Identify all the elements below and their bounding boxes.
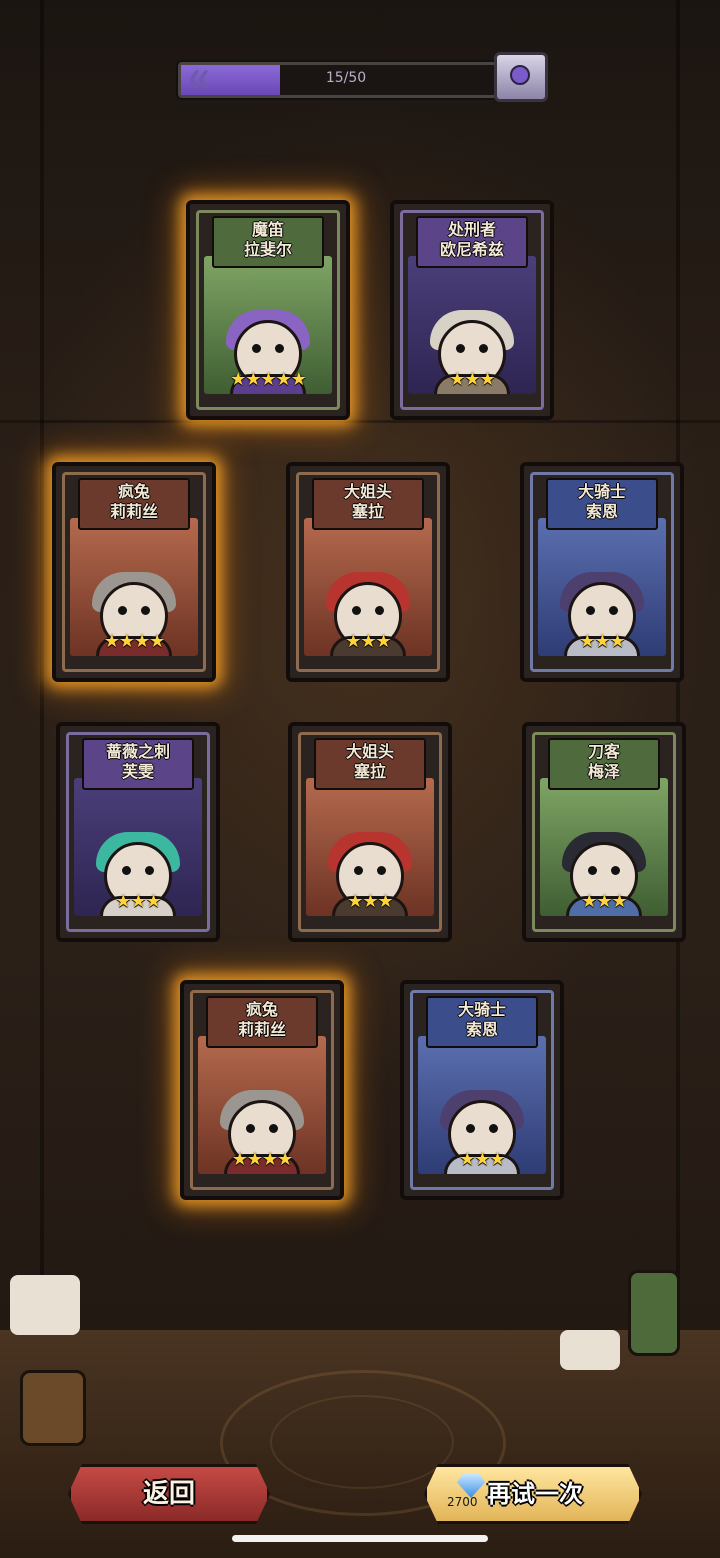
- back-label: 返回: [142, 1479, 195, 1509]
- retry-summon-button[interactable]: 2700 再试一次: [424, 1464, 642, 1524]
- hero-card[interactable]: 刀客 梅泽 ★★★: [522, 722, 686, 942]
- hero-name: 芙雯: [121, 762, 154, 781]
- progress-text: 15/50: [325, 70, 367, 86]
- back-button[interactable]: 返回: [68, 1464, 270, 1524]
- star-rating: ★★★: [449, 369, 495, 390]
- hero-card[interactable]: 疯兔 莉莉丝 ★★★★: [180, 980, 344, 1200]
- hero-title: 大姐头: [345, 742, 394, 761]
- hero-name: 塞拉: [353, 762, 386, 781]
- hero-card[interactable]: 处刑者 欧尼希兹 ★★★: [390, 200, 554, 420]
- wall-beam: [0, 420, 720, 423]
- star-rating: ★★★: [579, 631, 625, 652]
- hero-name: 塞拉: [351, 502, 384, 521]
- hero-card[interactable]: 魔笛 拉斐尔 ★★★★★: [186, 200, 350, 420]
- hero-title: 疯兔: [245, 1000, 278, 1019]
- hero-card[interactable]: 大姐头 塞拉 ★★★: [286, 462, 450, 682]
- hero-title: 大骑士: [457, 1000, 506, 1019]
- lock-icon: [510, 65, 530, 85]
- hero-name: 索恩: [465, 1020, 498, 1039]
- star-rating: ★★★: [581, 891, 627, 912]
- hero-title: 蔷薇之刺: [105, 742, 170, 761]
- hero-name: 莉莉丝: [109, 502, 158, 521]
- hero-name: 梅泽: [587, 762, 620, 781]
- star-rating: ★★★★: [231, 1149, 294, 1170]
- hero-card[interactable]: 疯兔 莉莉丝 ★★★★: [52, 462, 216, 682]
- hero-title: 处刑者: [447, 220, 496, 239]
- candle: [560, 1330, 620, 1370]
- hero-title: 大骑士: [577, 482, 626, 501]
- retry-cost: 2700: [447, 1495, 478, 1509]
- hero-name-banner: 蔷薇之刺 芙雯: [82, 738, 194, 790]
- star-rating: ★★★: [347, 891, 393, 912]
- hero-name-banner: 疯兔 莉莉丝: [206, 996, 318, 1048]
- star-rating: ★★★: [115, 891, 161, 912]
- hero-card[interactable]: 大骑士 索恩 ★★★: [520, 462, 684, 682]
- star-rating: ★★★: [459, 1149, 505, 1170]
- star-rating: ★★★★★: [230, 369, 307, 390]
- hero-name: 索恩: [585, 502, 618, 521]
- bottle: [20, 1370, 86, 1446]
- hero-name-banner: 大骑士 索恩: [426, 996, 538, 1048]
- wall-pillar: [40, 0, 44, 1330]
- hero-name-banner: 处刑者 欧尼希兹: [416, 216, 528, 268]
- hero-card[interactable]: 蔷薇之刺 芙雯 ★★★: [56, 722, 220, 942]
- retry-label: 再试一次: [487, 1480, 583, 1508]
- hero-card[interactable]: 大骑士 索恩 ★★★: [400, 980, 564, 1200]
- hero-name-banner: 大姐头 塞拉: [312, 478, 424, 530]
- hero-name: 拉斐尔: [243, 240, 292, 259]
- hero-name: 莉莉丝: [237, 1020, 286, 1039]
- hero-title: 疯兔: [117, 482, 150, 501]
- hero-title: 大姐头: [343, 482, 392, 501]
- star-rating: ★★★★: [103, 631, 166, 652]
- hero-name-banner: 疯兔 莉莉丝: [78, 478, 190, 530]
- home-indicator[interactable]: [232, 1535, 488, 1542]
- reward-chest-icon[interactable]: [494, 52, 548, 102]
- hero-name-banner: 魔笛 拉斐尔: [212, 216, 324, 268]
- bottle: [628, 1270, 680, 1356]
- summon-progress-bar: ❮❮ 15/50: [178, 62, 514, 98]
- hero-name-banner: 大姐头 塞拉: [314, 738, 426, 790]
- hero-name-banner: 大骑士 索恩: [546, 478, 658, 530]
- hero-card[interactable]: 大姐头 塞拉 ★★★: [288, 722, 452, 942]
- hero-name-banner: 刀客 梅泽: [548, 738, 660, 790]
- star-rating: ★★★: [345, 631, 391, 652]
- candle-cluster: [10, 1275, 80, 1335]
- hero-title: 刀客: [587, 742, 620, 761]
- table-rune-inner: [270, 1395, 454, 1489]
- hero-title: 魔笛: [251, 220, 284, 239]
- hero-name: 欧尼希兹: [439, 240, 504, 259]
